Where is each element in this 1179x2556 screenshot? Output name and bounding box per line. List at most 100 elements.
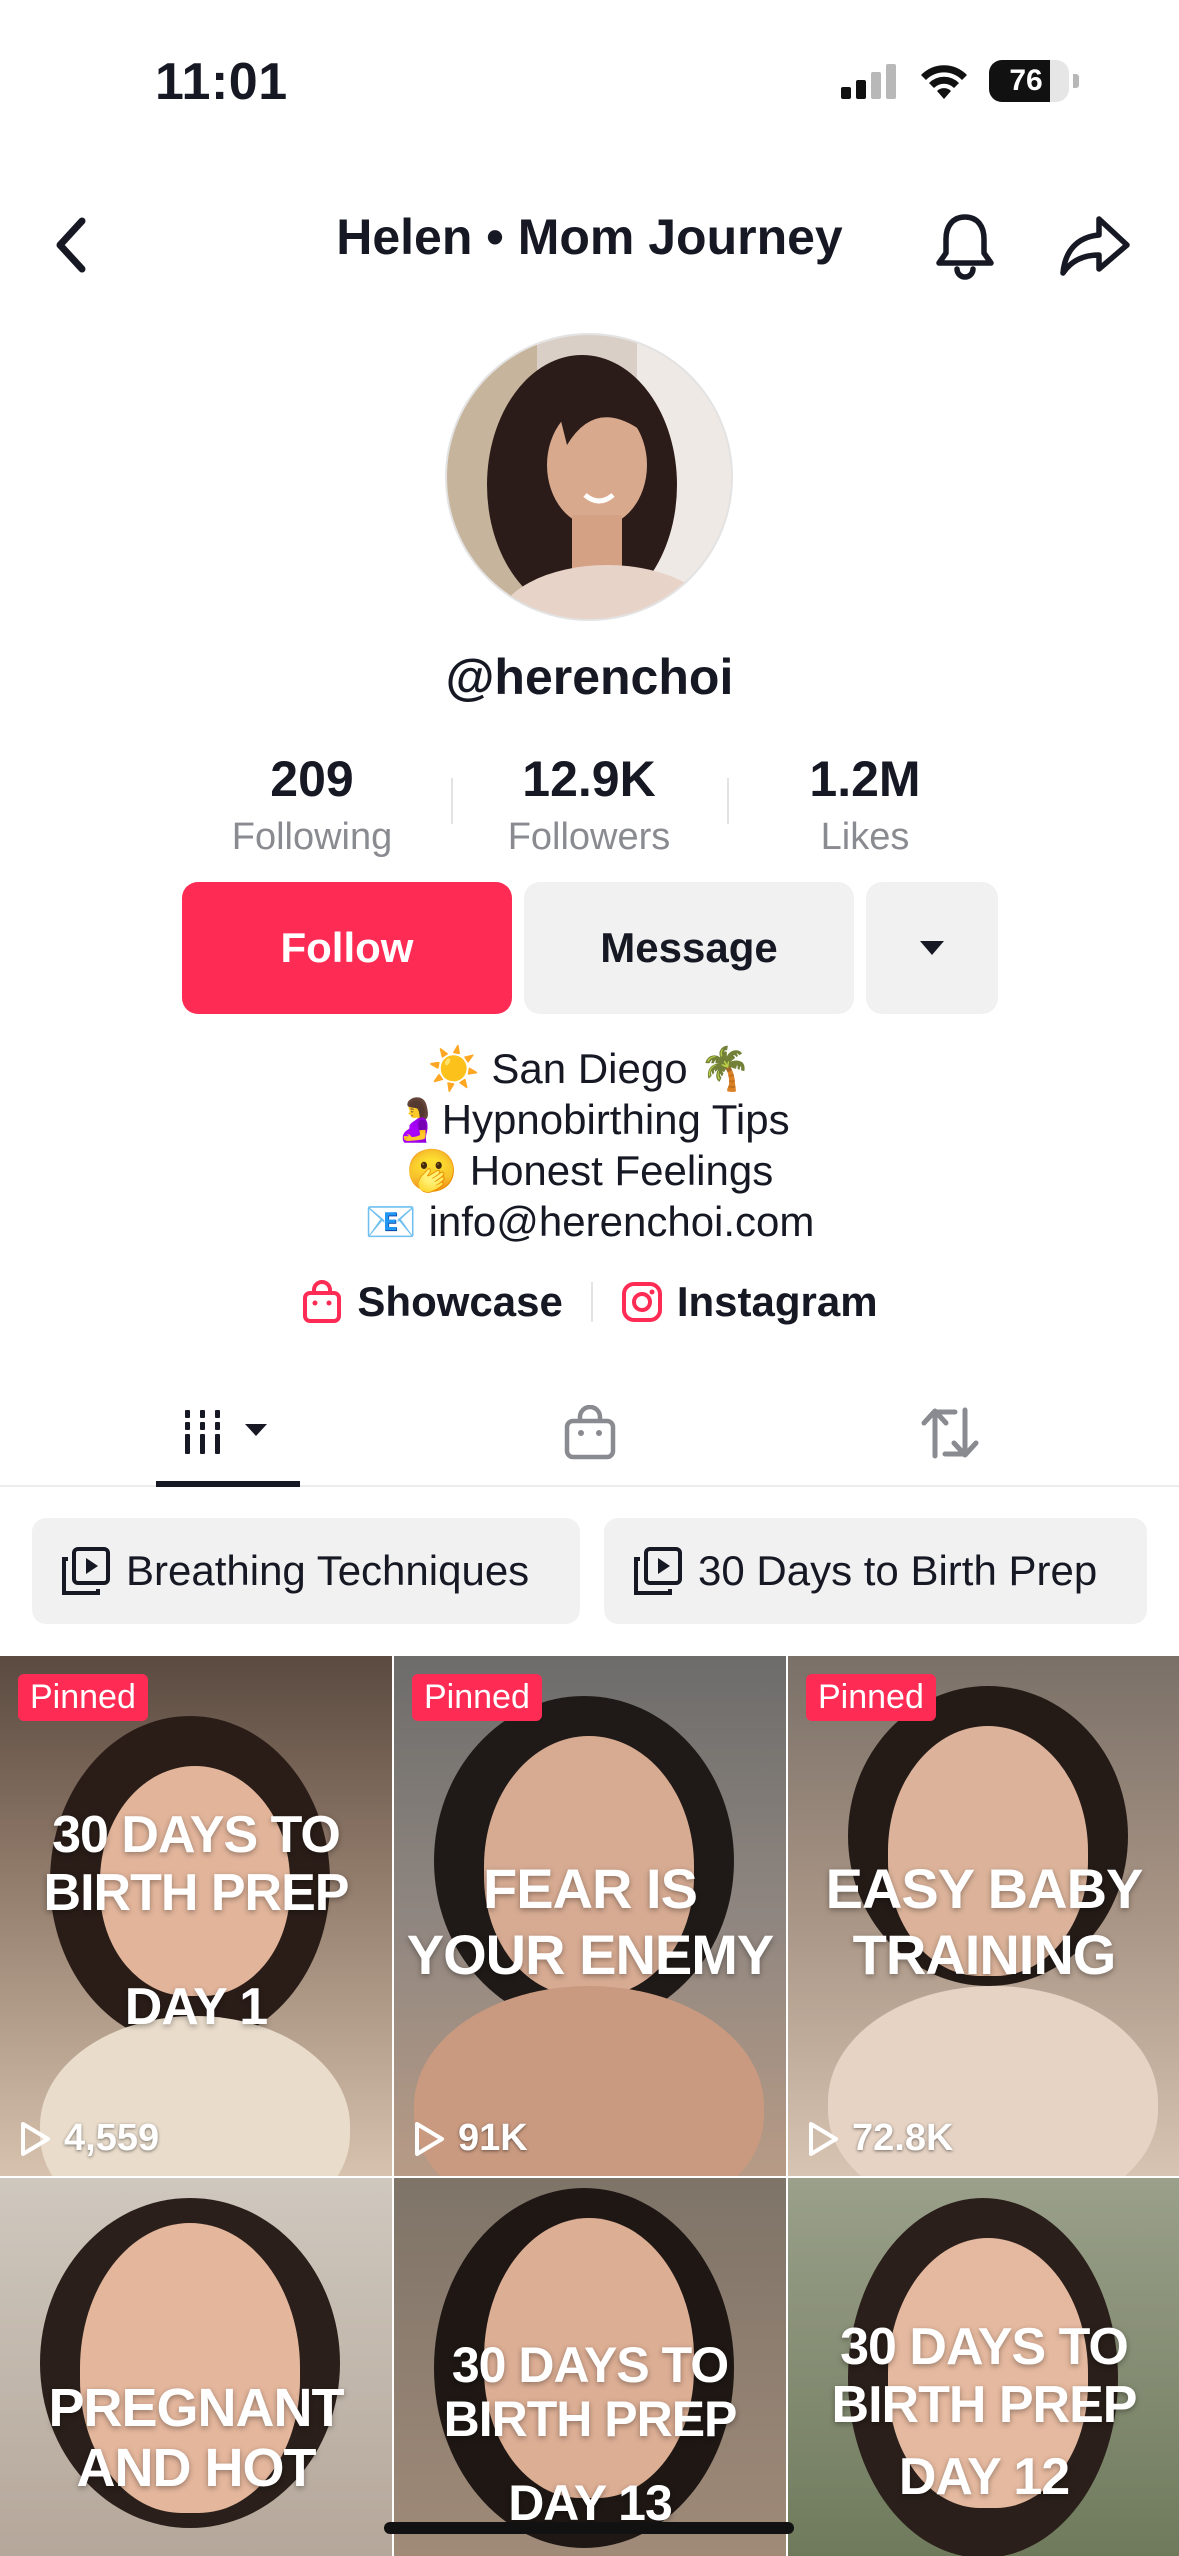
caption-line: EASY BABY — [825, 1857, 1144, 1920]
caption-line: PREGNANT — [48, 2378, 344, 2438]
battery-percentage: 76 — [1009, 64, 1043, 97]
view-count: 72.8K — [806, 2117, 953, 2160]
home-indicator — [384, 2522, 794, 2534]
link-divider — [590, 1282, 593, 1322]
pinned-badge: Pinned — [806, 1674, 936, 1721]
video-thumbnail[interactable]: Pinned 30 DAYS TO BIRTH PREP DAY 1 4,559 — [0, 1656, 392, 2176]
stat-divider — [451, 778, 453, 824]
stat-label: Followers — [507, 816, 671, 858]
status-time: 11:01 — [155, 53, 288, 111]
play-icon — [415, 2121, 444, 2156]
showcase-link[interactable]: Showcase — [301, 1278, 563, 1326]
status-icons: 76 — [839, 60, 1079, 102]
stat-label: Following — [231, 816, 393, 858]
envelope-emoji: 📧 — [364, 1198, 417, 1245]
video-thumbnail[interactable]: Pinned FEAR IS YOUR ENEMY 91K — [394, 1656, 786, 2176]
playlist-icon — [62, 1547, 110, 1595]
caption-line: BIRTH PREP — [831, 2376, 1138, 2434]
caption-line: TRAINING — [852, 1923, 1117, 1986]
view-count: 91K — [412, 2117, 528, 2160]
video-caption: 30 DAYS TO BIRTH PREP DAY 13 — [394, 2338, 786, 2530]
pinned-badge: Pinned — [412, 1674, 542, 1721]
instagram-link[interactable]: Instagram — [621, 1278, 878, 1326]
message-button[interactable]: Message — [524, 882, 854, 1014]
stat-likes[interactable]: 1.2M Likes — [735, 748, 995, 864]
stat-value: 209 — [270, 751, 354, 807]
share-button[interactable] — [1055, 205, 1135, 285]
play-icon — [809, 2121, 838, 2156]
face-open-eyes-hand-emoji: 🫢 — [405, 1147, 459, 1194]
playlist-chip[interactable]: Breathing Techniques — [32, 1518, 580, 1624]
caption-line: DAY 1 — [124, 1978, 268, 2036]
video-thumbnail[interactable]: 30 DAYS TO BIRTH PREP DAY 13 — [394, 2178, 786, 2556]
caption-line: BIRTH PREP — [43, 1864, 350, 1922]
tab-reposts[interactable] — [880, 1380, 1020, 1485]
battery-icon: 76 — [989, 60, 1069, 102]
caption-gap — [788, 2434, 1179, 2448]
caption-line: YOUR ENEMY — [406, 1923, 775, 1986]
play-icon — [21, 2121, 50, 2156]
notification-button[interactable] — [925, 205, 1005, 285]
sun-emoji: ☀️ — [427, 1045, 480, 1092]
tab-shop[interactable] — [520, 1380, 660, 1485]
shopping-bag-icon — [564, 1404, 616, 1459]
cellular-signal-icon — [841, 64, 896, 99]
content-tabs — [0, 1380, 1179, 1487]
video-thumbnail[interactable]: PREGNANT AND HOT — [0, 2178, 392, 2556]
stat-divider — [727, 778, 729, 824]
bio-text: San Diego — [491, 1045, 688, 1092]
repost-icon — [921, 1407, 979, 1458]
instagram-label: Instagram — [676, 1278, 878, 1325]
profile-links: Showcase Instagram — [0, 1278, 1179, 1326]
username: @herenchoi — [445, 649, 734, 705]
shopping-bag-icon — [303, 1280, 342, 1323]
pinned-badge: Pinned — [18, 1674, 148, 1721]
tab-videos[interactable] — [156, 1380, 300, 1485]
view-count-text: 72.8K — [852, 2117, 954, 2159]
playlist-label: 30 Days to Birth Prep — [698, 1547, 1098, 1594]
stat-value: 12.9K — [522, 751, 656, 807]
stat-value: 1.2M — [809, 751, 921, 807]
follow-button[interactable]: Follow — [182, 882, 512, 1014]
stat-label: Likes — [820, 816, 910, 858]
battery-nub — [1073, 74, 1079, 88]
video-caption: FEAR IS YOUR ENEMY — [394, 1856, 786, 1988]
bio-line: 🤰Hypnobirthing Tips — [0, 1094, 1179, 1145]
avatar-image — [447, 335, 731, 619]
bio-line: 🫢 Honest Feelings — [0, 1145, 1179, 1196]
video-caption: 30 DAYS TO BIRTH PREP DAY 1 — [0, 1806, 392, 2036]
bio-text: Hypnobirthing Tips — [441, 1096, 790, 1143]
avatar[interactable] — [445, 333, 733, 621]
suggested-accounts-button[interactable] — [866, 882, 998, 1014]
view-count: 4,559 — [18, 2117, 159, 2160]
playlist-icon — [634, 1547, 682, 1595]
caption-line: 30 DAYS TO — [451, 2337, 729, 2393]
wifi-icon — [921, 65, 967, 99]
view-count-text: 91K — [458, 2117, 528, 2159]
share-arrow-icon — [1060, 216, 1130, 276]
video-caption: EASY BABY TRAINING — [788, 1856, 1179, 1988]
pregnant-woman-emoji: 🤰 — [389, 1096, 442, 1143]
stat-following[interactable]: 209 Following — [182, 748, 442, 864]
bio-email[interactable]: info@herenchoi.com — [429, 1198, 815, 1245]
bio: ☀️ San Diego 🌴 🤰Hypnobirthing Tips 🫢 Hon… — [0, 1043, 1179, 1247]
caption-line: DAY 12 — [898, 2448, 1070, 2506]
caption-line: FEAR IS — [483, 1857, 698, 1920]
video-caption: 30 DAYS TO BIRTH PREP DAY 12 — [788, 2318, 1179, 2506]
caption-line: AND HOT — [76, 2438, 317, 2498]
video-thumbnail[interactable]: 30 DAYS TO BIRTH PREP DAY 12 — [788, 2178, 1179, 2556]
bell-icon — [936, 214, 994, 280]
active-tab-indicator — [156, 1481, 300, 1487]
stat-followers[interactable]: 12.9K Followers — [459, 748, 719, 864]
view-count-text: 4,559 — [64, 2117, 160, 2159]
bio-line: ☀️ San Diego 🌴 — [0, 1043, 1179, 1094]
caption-line: 30 DAYS TO — [52, 1806, 341, 1864]
video-grid-icon — [185, 1409, 267, 1454]
playlist-chip[interactable]: 30 Days to Birth Prep — [604, 1518, 1147, 1624]
caret-down-icon — [920, 941, 944, 955]
showcase-label: Showcase — [357, 1278, 563, 1325]
video-thumbnail[interactable]: Pinned EASY BABY TRAINING 72.8K — [788, 1656, 1179, 2176]
playlist-label: Breathing Techniques — [126, 1547, 530, 1594]
bio-text: Honest Feelings — [469, 1147, 774, 1194]
caption-line: 30 DAYS TO — [840, 2318, 1129, 2376]
